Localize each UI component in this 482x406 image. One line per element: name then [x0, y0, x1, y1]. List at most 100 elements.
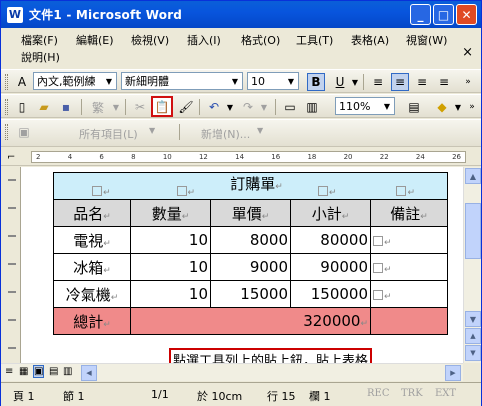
horizontal-ruler[interactable]: ⌐ 2 4 6 8 10 12 14 16 18 20 22 24 26: [1, 149, 481, 166]
align-center-icon[interactable]: ≡: [391, 73, 409, 91]
ruler-scale: 2 4 6 8 10 12 14 16 18 20 22 24 26: [31, 151, 466, 163]
toolbar-separator: [363, 74, 364, 90]
column-header: 單價↵: [210, 199, 291, 227]
word-app-icon[interactable]: W: [7, 6, 23, 23]
close-button[interactable]: ✕: [456, 4, 477, 25]
scroll-up-arrow-icon[interactable]: ▲: [465, 168, 481, 184]
menu-tools[interactable]: 工具(T): [294, 31, 335, 49]
chevron-down-icon[interactable]: ▼: [107, 98, 125, 116]
menu-format[interactable]: 格式(O): [239, 31, 282, 49]
status-position: 於 10cm: [197, 390, 243, 403]
table-header-row: 品名↵ 數量↵ 單價↵ 小計↵ 備註↵: [53, 199, 448, 227]
read-mode-icon[interactable]: ▤: [405, 98, 423, 116]
zoom-dropdown[interactable]: 110% ▼: [335, 97, 395, 115]
ruler-tick: 22: [379, 153, 389, 161]
toolbar-grip[interactable]: [5, 74, 8, 90]
empty-cell-marker: [373, 262, 383, 273]
item-name-cell: 電視↵: [53, 226, 131, 254]
columns-icon[interactable]: ▥: [303, 98, 321, 116]
menu-help[interactable]: 說明(H): [19, 48, 62, 66]
font-value: 新細明體: [125, 75, 169, 88]
quantity-cell: 10: [130, 253, 211, 281]
scroll-thumb[interactable]: [465, 203, 481, 259]
align-right-icon[interactable]: ≡: [413, 73, 431, 91]
vertical-scrollbar[interactable]: ▲ ▼ ▲ ▼: [463, 167, 481, 363]
menu-view[interactable]: 檢視(V): [129, 31, 171, 49]
chevron-down-icon[interactable]: ▼: [221, 98, 239, 116]
format-painter-icon[interactable]: 🖌: [177, 98, 195, 116]
bold-button[interactable]: B: [307, 73, 325, 91]
status-pages: 1/1: [151, 388, 169, 401]
scroll-down-arrow-icon[interactable]: ▼: [465, 311, 481, 327]
menu-table[interactable]: 表格(A): [349, 31, 391, 49]
document-area[interactable]: ↵ ↵ 訂購單↵ ↵ ↵ 品名↵ 數量↵ 單價↵ 小計↵ 備註↵ 電視↵ 10 …: [21, 167, 463, 363]
menu-window[interactable]: 視窗(W): [404, 31, 449, 49]
item-name-cell: 冷氣機↵: [53, 280, 131, 308]
chevron-down-icon: ▼: [383, 101, 391, 111]
maximize-button[interactable]: □: [433, 4, 454, 25]
ruler-tick: 18: [307, 153, 317, 161]
research-icon[interactable]: 繁: [89, 98, 107, 116]
ruler-mark: [8, 319, 16, 321]
new-comment-button[interactable]: 新增(N)...: [201, 126, 250, 142]
ruler-mark: [8, 291, 16, 293]
toolbar-grip[interactable]: [5, 124, 8, 140]
reading-view-icon[interactable]: ▥: [63, 366, 72, 377]
outline-view-icon[interactable]: ▤: [49, 366, 58, 377]
chevron-down-icon[interactable]: ▼: [255, 98, 273, 116]
empty-cell-marker: [176, 185, 187, 196]
normal-view-icon[interactable]: ≡: [5, 366, 13, 377]
justify-icon[interactable]: ≡: [435, 73, 453, 91]
previous-page-icon[interactable]: ▲: [465, 328, 481, 344]
item-name-cell: 冰箱↵: [53, 253, 131, 281]
status-rec[interactable]: REC: [367, 388, 389, 399]
empty-cell-marker: [373, 289, 383, 300]
menu-insert[interactable]: 插入(I): [185, 31, 223, 49]
web-layout-icon[interactable]: ▦: [19, 366, 28, 377]
open-folder-icon[interactable]: ▰: [35, 98, 53, 116]
new-document-icon[interactable]: ▯: [13, 98, 31, 116]
menu-bar: 檔案(F) 編輯(E) 檢視(V) 插入(I) 格式(O) 工具(T) 表格(A…: [1, 28, 481, 68]
font-dropdown[interactable]: 新細明體 ▼: [121, 72, 243, 90]
save-icon[interactable]: ▪: [57, 98, 75, 116]
status-ext[interactable]: EXT: [435, 388, 456, 399]
ruler-tick: 14: [235, 153, 245, 161]
subtotal-cell: 90000: [290, 253, 371, 281]
order-table[interactable]: ↵ ↵ 訂購單↵ ↵ ↵ 品名↵ 數量↵ 單價↵ 小計↵ 備註↵ 電視↵ 10 …: [53, 172, 448, 335]
paste-icon[interactable]: 📋: [151, 96, 173, 117]
table-row: 冷氣機↵ 10 15000 150000 ↵: [53, 280, 448, 308]
close-document-button[interactable]: ×: [462, 45, 473, 60]
toolbar-options-icon[interactable]: »: [459, 73, 477, 91]
vertical-ruler[interactable]: [1, 167, 21, 363]
tab-selector-icon[interactable]: ⌐: [7, 152, 15, 163]
toolbar-options-icon[interactable]: »: [463, 98, 481, 116]
horizontal-scrollbar[interactable]: ≡ ▦ ▣ ▤ ▥ ◀ ▶: [1, 363, 463, 381]
reviewing-pane-icon[interactable]: ▣: [15, 123, 33, 141]
total-value-cell: 320000↵: [130, 307, 371, 335]
status-column: 欄 1: [309, 390, 331, 403]
minimize-button[interactable]: _: [410, 4, 431, 25]
show-markup-dropdown[interactable]: 所有項目(L): [79, 126, 138, 142]
table-row: 電視↵ 10 8000 80000 ↵: [53, 226, 448, 254]
chevron-down-icon[interactable]: ▼: [346, 73, 364, 91]
menu-file[interactable]: 檔案(F): [19, 31, 60, 49]
status-trk[interactable]: TRK: [401, 388, 423, 399]
total-note-cell: [370, 307, 448, 335]
toolbar-grip[interactable]: [5, 99, 8, 115]
insert-table-icon[interactable]: ▭: [281, 98, 299, 116]
scroll-right-arrow-icon[interactable]: ▶: [445, 365, 461, 381]
style-dropdown[interactable]: 內文,範例練 ▼: [33, 72, 117, 90]
chevron-down-icon: ▼: [257, 126, 264, 135]
empty-cell-marker: [92, 185, 102, 196]
font-size-dropdown[interactable]: 10 ▼: [247, 72, 299, 90]
align-left-icon[interactable]: ≡: [369, 73, 387, 91]
ruler-tick: 6: [99, 153, 104, 161]
cut-icon[interactable]: ✂: [131, 98, 149, 116]
menu-edit[interactable]: 編輯(E): [74, 31, 116, 49]
print-layout-icon[interactable]: ▣: [33, 365, 45, 378]
scroll-left-arrow-icon[interactable]: ◀: [81, 365, 97, 381]
styles-pane-icon[interactable]: A: [13, 73, 31, 91]
next-page-icon[interactable]: ▼: [465, 345, 481, 361]
ruler-mark: [8, 347, 16, 349]
chevron-down-icon: ▼: [105, 76, 113, 86]
